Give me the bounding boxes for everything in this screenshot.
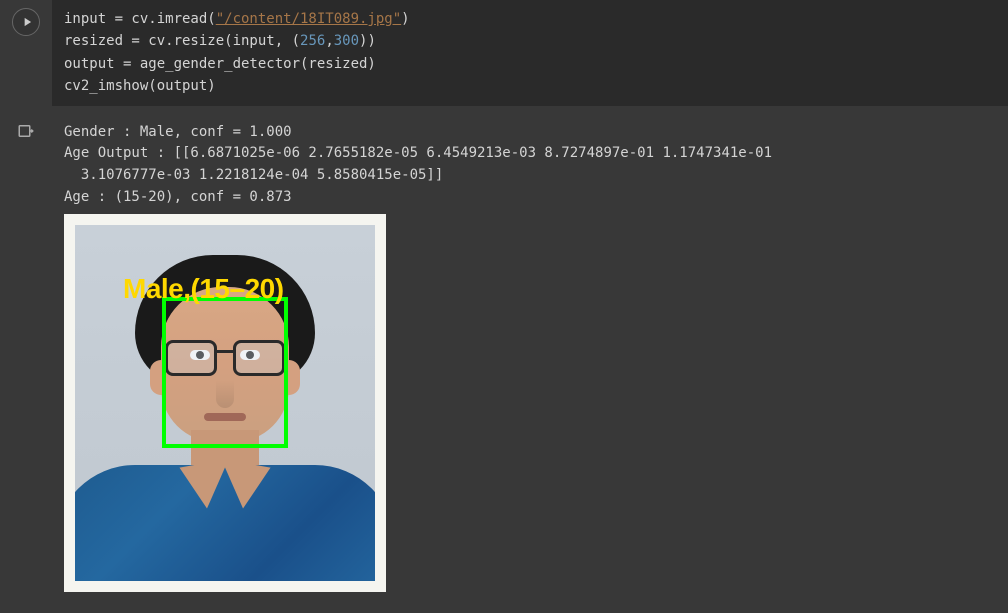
code-text: input = cv.imread(	[64, 11, 216, 27]
output-line-3: 3.1076777e-03 1.2218124e-04 5.8580415e-0…	[64, 165, 996, 187]
photo-background: Male,(15–20)	[75, 225, 375, 581]
person-collar	[213, 459, 270, 512]
output-image: Male,(15–20)	[64, 214, 386, 592]
run-button[interactable]	[12, 8, 40, 36]
code-text: ,	[325, 33, 333, 49]
code-text: ))	[359, 33, 376, 49]
code-line-2: resized = cv.resize(input, (256,300))	[64, 30, 996, 52]
output-icon	[17, 122, 35, 601]
code-line-1: input = cv.imread("/content/18IT089.jpg"…	[64, 8, 996, 30]
detection-label: Male,(15–20)	[123, 267, 284, 310]
cell-gutter	[0, 0, 52, 106]
code-string: "/content/18IT089.jpg"	[216, 11, 401, 27]
output-line-2: Age Output : [[6.6871025e-06 2.7655182e-…	[64, 143, 996, 165]
code-text: output = age_gender_detector(resized)	[64, 56, 376, 72]
code-number: 256	[300, 33, 325, 49]
code-editor[interactable]: input = cv.imread("/content/18IT089.jpg"…	[52, 0, 1008, 106]
code-text: cv2_imshow(output)	[64, 78, 216, 94]
output-line-4: Age : (15-20), conf = 0.873	[64, 187, 996, 209]
code-line-4: cv2_imshow(output)	[64, 75, 996, 97]
code-line-3: output = age_gender_detector(resized)	[64, 53, 996, 75]
output-section: Gender : Male, conf = 1.000 Age Output :…	[0, 114, 1008, 601]
output-content: Gender : Male, conf = 1.000 Age Output :…	[52, 114, 1008, 601]
play-icon	[20, 15, 34, 29]
face-detection-box	[162, 297, 288, 448]
code-text: resized = cv.resize(input, (	[64, 33, 300, 49]
code-cell: input = cv.imread("/content/18IT089.jpg"…	[0, 0, 1008, 106]
output-gutter	[0, 114, 52, 601]
code-text: )	[401, 11, 409, 27]
output-line-1: Gender : Male, conf = 1.000	[64, 122, 996, 144]
code-number: 300	[334, 33, 359, 49]
